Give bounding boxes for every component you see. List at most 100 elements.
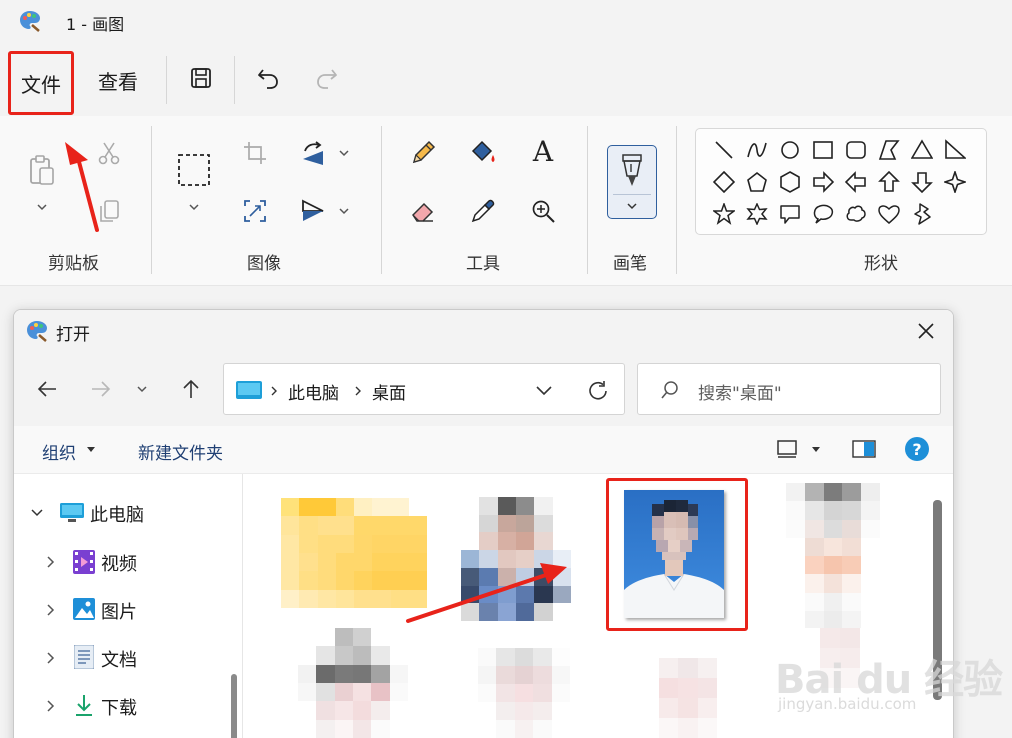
redo-icon[interactable] bbox=[313, 64, 341, 92]
diamond-shape-icon[interactable] bbox=[711, 169, 737, 195]
breadcrumb-separator-icon bbox=[271, 386, 277, 396]
resize-icon[interactable] bbox=[240, 196, 270, 226]
chevron-down-icon[interactable] bbox=[35, 202, 49, 212]
four-point-star-shape-icon[interactable] bbox=[942, 169, 968, 195]
rectangle-shape-icon[interactable] bbox=[810, 137, 836, 163]
text-tool-icon[interactable]: A bbox=[528, 134, 558, 168]
curve-shape-icon[interactable] bbox=[744, 137, 770, 163]
copy-icon[interactable] bbox=[94, 196, 124, 226]
tree-item-this-pc[interactable]: 此电脑 bbox=[14, 495, 234, 531]
blurred-photo-thumbnail[interactable] bbox=[461, 497, 571, 621]
chevron-down-icon[interactable] bbox=[337, 206, 351, 216]
paint-palette-icon bbox=[20, 11, 40, 32]
paste-icon[interactable] bbox=[26, 152, 58, 188]
crop-icon[interactable] bbox=[240, 138, 270, 168]
chevron-right-icon[interactable] bbox=[44, 699, 58, 713]
hexagon-shape-icon[interactable] bbox=[777, 169, 803, 195]
six-point-star-shape-icon[interactable] bbox=[744, 201, 770, 227]
line-shape-icon[interactable] bbox=[711, 137, 737, 163]
blurred-photo-thumbnail[interactable] bbox=[478, 648, 570, 738]
address-history-chevron-icon[interactable] bbox=[534, 384, 554, 396]
new-folder-button[interactable]: 新建文件夹 bbox=[138, 439, 223, 464]
triangle-shape-icon[interactable] bbox=[909, 137, 935, 163]
five-point-star-shape-icon[interactable] bbox=[711, 201, 737, 227]
back-arrow-icon[interactable] bbox=[32, 374, 62, 404]
search-box[interactable]: 搜索"桌面" bbox=[637, 363, 941, 415]
rect-callout-shape-icon[interactable] bbox=[777, 201, 803, 227]
address-bar[interactable]: 此电脑 桌面 bbox=[223, 363, 625, 415]
pentagon-shape-icon[interactable] bbox=[744, 169, 770, 195]
arrow-down-shape-icon[interactable] bbox=[909, 169, 935, 195]
rounded-rectangle-shape-icon[interactable] bbox=[843, 137, 869, 163]
group-label-image: 图像 bbox=[247, 254, 281, 274]
view-mode-icon[interactable] bbox=[777, 440, 797, 458]
ribbon-divider bbox=[151, 126, 152, 274]
folder-thumbnail[interactable] bbox=[281, 498, 427, 608]
command-bar: 组织 新建文件夹 ? bbox=[14, 426, 953, 474]
arrow-left-shape-icon[interactable] bbox=[843, 169, 869, 195]
select-icon[interactable] bbox=[176, 152, 212, 188]
help-icon[interactable]: ? bbox=[904, 436, 930, 462]
color-picker-icon[interactable] bbox=[468, 196, 498, 226]
nav-pane-scrollbar[interactable] bbox=[231, 674, 237, 738]
pencil-icon[interactable] bbox=[408, 138, 438, 168]
refresh-icon[interactable] bbox=[586, 379, 610, 403]
tree-label: 图片 bbox=[101, 602, 137, 623]
download-icon bbox=[76, 695, 92, 716]
right-triangle-shape-icon[interactable] bbox=[942, 137, 968, 163]
chevron-right-icon[interactable] bbox=[44, 555, 58, 569]
tree-item-documents[interactable]: 文档 bbox=[14, 640, 234, 676]
magnifier-icon[interactable] bbox=[528, 196, 558, 226]
baidu-watermark: Bai du 经验 jingyan.baidu.com bbox=[775, 647, 1005, 717]
oval-shape-icon[interactable] bbox=[777, 137, 803, 163]
dropdown-caret-icon[interactable] bbox=[86, 446, 96, 454]
view-menu[interactable]: 查看 bbox=[98, 66, 138, 95]
group-label-brushes: 画笔 bbox=[613, 254, 647, 274]
arrow-right-shape-icon[interactable] bbox=[810, 169, 836, 195]
chevron-down-icon[interactable] bbox=[187, 202, 201, 212]
heart-shape-icon[interactable] bbox=[876, 201, 902, 227]
group-label-tools: 工具 bbox=[466, 254, 500, 274]
close-icon[interactable] bbox=[911, 316, 941, 346]
breadcrumb-this-pc[interactable]: 此电脑 bbox=[288, 379, 339, 404]
chevron-down-icon[interactable] bbox=[30, 506, 44, 520]
up-arrow-icon[interactable] bbox=[176, 374, 206, 404]
cloud-callout-shape-icon[interactable] bbox=[843, 201, 869, 227]
breadcrumb-separator-icon bbox=[355, 386, 361, 396]
fill-bucket-icon[interactable] bbox=[468, 138, 498, 168]
dialog-title: 打开 bbox=[56, 325, 90, 345]
brushes-button[interactable] bbox=[607, 145, 657, 219]
blurred-photo-thumbnail[interactable] bbox=[640, 658, 736, 738]
undo-icon[interactable] bbox=[254, 64, 282, 92]
documents-folder-icon bbox=[74, 645, 94, 669]
breadcrumb-desktop[interactable]: 桌面 bbox=[372, 379, 406, 404]
oval-callout-shape-icon[interactable] bbox=[810, 201, 836, 227]
flip-icon[interactable] bbox=[298, 196, 328, 226]
text-tool-glyph: A bbox=[532, 134, 554, 168]
dropdown-caret-icon[interactable] bbox=[811, 446, 821, 454]
recent-locations-chevron-icon[interactable] bbox=[132, 374, 152, 404]
blurred-photo-thumbnail[interactable] bbox=[786, 483, 880, 629]
window-title: 1 - 画图 bbox=[66, 15, 125, 34]
chevron-right-icon[interactable] bbox=[44, 603, 58, 617]
cut-icon[interactable] bbox=[94, 138, 124, 168]
tree-item-pictures[interactable]: 图片 bbox=[14, 592, 234, 628]
arrow-up-shape-icon[interactable] bbox=[876, 169, 902, 195]
save-icon[interactable] bbox=[187, 64, 215, 92]
organize-button[interactable]: 组织 bbox=[42, 439, 76, 464]
polygon-shape-icon[interactable] bbox=[876, 137, 902, 163]
tree-item-videos[interactable]: 视频 bbox=[14, 544, 234, 580]
eraser-icon[interactable] bbox=[408, 196, 438, 226]
blurred-photo-mosaic bbox=[640, 658, 736, 738]
tree-item-downloads[interactable]: 下载 bbox=[14, 688, 234, 724]
forward-arrow-icon[interactable] bbox=[86, 374, 116, 404]
file-menu[interactable]: 文件 bbox=[8, 51, 74, 115]
chevron-right-icon[interactable] bbox=[44, 651, 58, 665]
blurred-photo-thumbnail[interactable] bbox=[298, 628, 408, 738]
lightning-shape-icon[interactable] bbox=[909, 201, 935, 227]
tree-label: 下载 bbox=[101, 698, 137, 719]
rotate-icon[interactable] bbox=[298, 138, 328, 168]
preview-pane-icon[interactable] bbox=[852, 440, 876, 458]
chevron-down-icon[interactable] bbox=[337, 148, 351, 158]
ribbon-divider bbox=[381, 126, 382, 274]
